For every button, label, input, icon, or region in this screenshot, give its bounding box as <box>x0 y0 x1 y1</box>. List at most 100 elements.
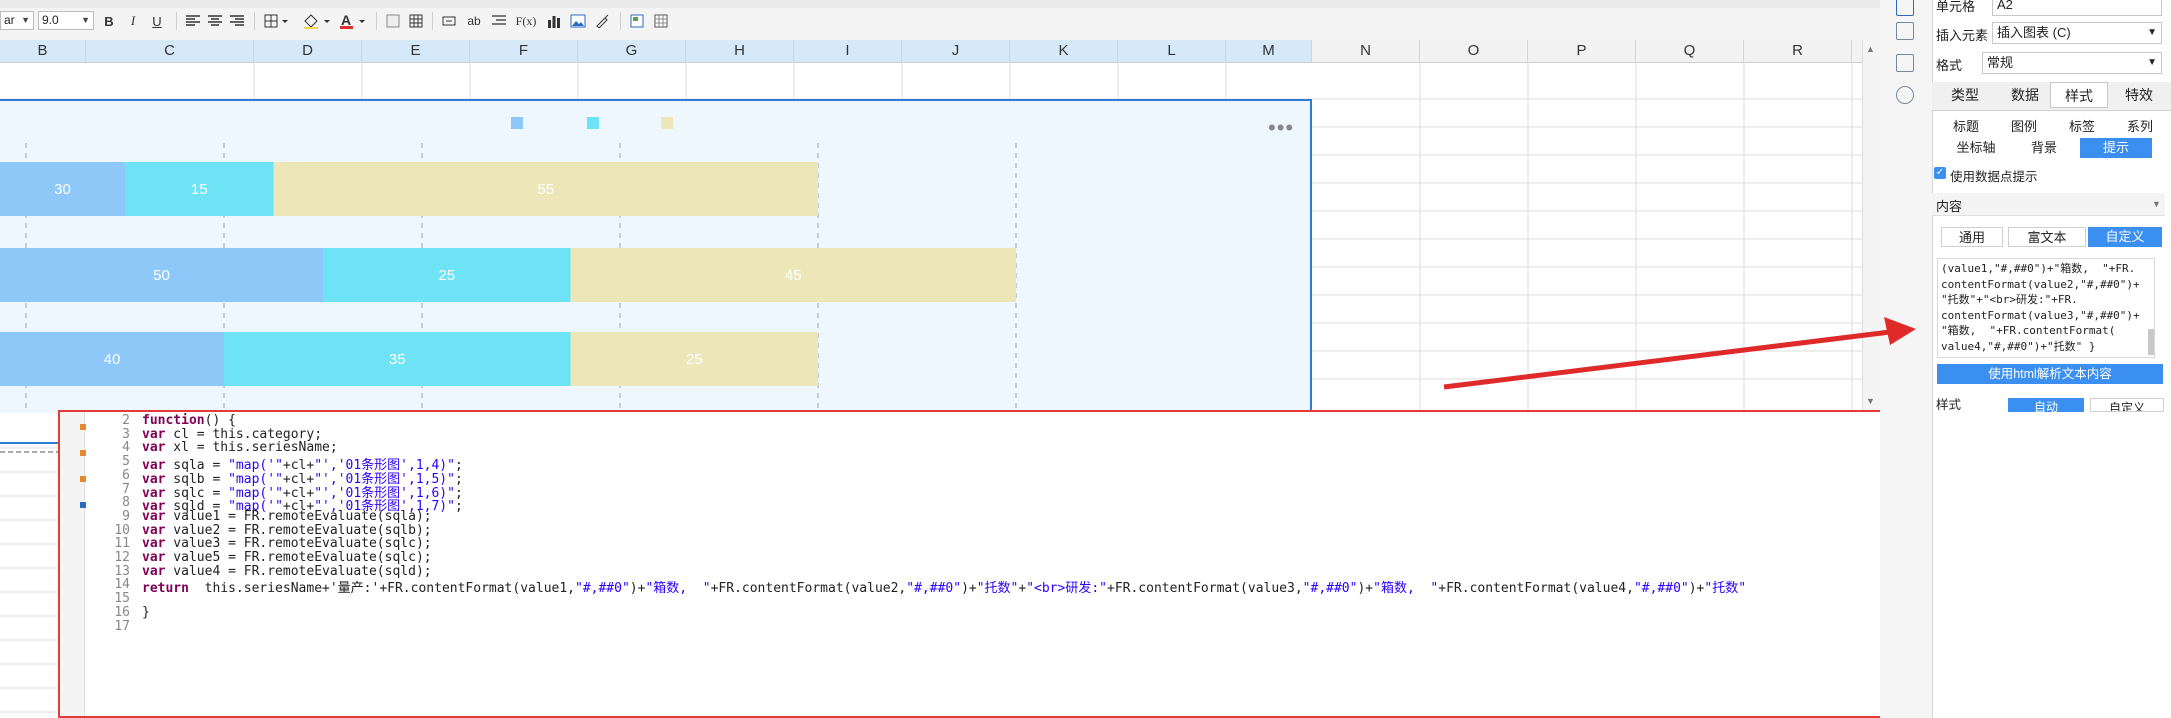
content-tab-general[interactable]: 通用 <box>1941 227 2003 247</box>
tab-type[interactable]: 类型 <box>1936 82 1994 108</box>
legend-marker-series-2[interactable] <box>587 117 599 129</box>
stacked-bar-chart[interactable]: 30 15 55 50 25 45 40 35 25 <box>0 99 1312 413</box>
brush-icon[interactable] <box>594 11 612 31</box>
subtab-legend[interactable]: 图例 <box>1998 117 2050 137</box>
indent-icon[interactable] <box>490 11 508 31</box>
column-header-h[interactable]: H <box>686 40 794 62</box>
column-header-o[interactable]: O <box>1420 40 1528 62</box>
tooltip-checkbox[interactable]: ✓ <box>1934 167 1946 179</box>
toolbar-divider <box>620 12 621 30</box>
use-html-button[interactable]: 使用html解析文本内容 <box>1937 364 2163 384</box>
tooltip-code-preview[interactable]: (value1,"#,##0")+"箱数, "+FR. contentForma… <box>1937 258 2155 358</box>
condition-icon[interactable] <box>1896 54 1914 72</box>
subtab-title[interactable]: 标题 <box>1940 117 1992 137</box>
collapse-icon[interactable]: ▼ <box>2152 199 2161 209</box>
tooltip-checkbox-label: 使用数据点提示 <box>1950 170 2038 184</box>
column-header-r[interactable]: R <box>1744 40 1852 62</box>
arrow-shaft <box>1443 329 1891 390</box>
formula-button[interactable]: F(x) <box>514 11 538 31</box>
align-center-icon[interactable] <box>206 11 224 31</box>
chart-more-icon[interactable]: ••• <box>1268 115 1294 141</box>
cell-properties-icon[interactable] <box>1896 0 1914 16</box>
font-size-combo[interactable]: 9.0 ▼ <box>38 11 94 30</box>
indent-glyph <box>492 15 506 25</box>
column-header-j[interactable]: J <box>902 40 1010 62</box>
align-right-glyph <box>230 15 244 26</box>
insert-label: 插入元素 <box>1936 28 1989 43</box>
content-section-header[interactable] <box>1932 193 2165 216</box>
column-header-d[interactable]: D <box>254 40 362 62</box>
style-tab-auto[interactable]: 自动 <box>2008 398 2084 412</box>
content-tab-richtext[interactable]: 富文本 <box>2008 227 2086 247</box>
merge-cell-icon[interactable] <box>440 11 458 31</box>
font-color-glyph: A <box>340 13 365 29</box>
widget-settings-icon[interactable] <box>1896 22 1914 40</box>
bar-chart-glyph <box>548 16 560 28</box>
italic-button[interactable]: I <box>125 11 141 31</box>
content-tab-custom[interactable]: 自定义 <box>2088 227 2162 247</box>
merge-cell-glyph <box>442 16 456 26</box>
insert-element-select[interactable]: 插入图表 (C) ▼ <box>1992 22 2162 44</box>
align-center-glyph <box>208 15 222 26</box>
column-header-c[interactable]: C <box>86 40 254 62</box>
tab-effects[interactable]: 特效 <box>2110 82 2168 108</box>
tab-data[interactable]: 数据 <box>1996 82 2054 108</box>
text-abbrev-button[interactable]: ab <box>465 11 483 31</box>
column-header-n[interactable]: N <box>1312 40 1420 62</box>
column-header-k[interactable]: K <box>1010 40 1118 62</box>
cell-style-icon[interactable] <box>384 11 402 31</box>
code-line[interactable]: return this.seriesName+'量产:'+FR.contentF… <box>142 577 1746 596</box>
insert-sub-icon[interactable] <box>628 11 646 31</box>
chevron-down-icon: ▼ <box>2147 27 2157 38</box>
bar-data-label: 15 <box>191 181 208 198</box>
table-grid-icon[interactable] <box>407 11 425 31</box>
legend-marker-series-1[interactable] <box>511 117 523 129</box>
column-header-l[interactable]: L <box>1118 40 1226 62</box>
column-header-g[interactable]: G <box>578 40 686 62</box>
cell-style-glyph <box>386 14 400 28</box>
align-left-icon[interactable] <box>184 11 202 31</box>
subtab-tooltip[interactable]: 提示 <box>2080 138 2152 158</box>
subtab-axis[interactable]: 坐标轴 <box>1944 138 2008 158</box>
legend-marker-series-3[interactable] <box>661 117 673 129</box>
sheet-glyph <box>654 14 668 28</box>
subtab-label[interactable]: 标签 <box>2056 117 2108 137</box>
svg-text:A: A <box>341 13 351 28</box>
underline-button[interactable]: U <box>149 11 165 31</box>
column-header-p[interactable]: P <box>1528 40 1636 62</box>
subtab-background[interactable]: 背景 <box>2012 138 2076 158</box>
column-header-q[interactable]: Q <box>1636 40 1744 62</box>
sheet-icon[interactable] <box>652 11 670 31</box>
code-line[interactable]: } <box>142 605 150 620</box>
font-size-value: 9.0 <box>42 13 59 27</box>
bar-data-label: 55 <box>537 181 554 198</box>
bold-button[interactable]: B <box>101 11 117 31</box>
brush-glyph <box>596 14 609 28</box>
subtab-series[interactable]: 系列 <box>2114 117 2166 137</box>
align-right-icon[interactable] <box>228 11 246 31</box>
column-header-m[interactable]: M <box>1226 40 1312 62</box>
content-label: 内容 <box>1936 199 1963 214</box>
format-select[interactable]: 常规 ▼ <box>1982 52 2162 74</box>
cell-label: 单元格 <box>1936 0 1976 14</box>
image-icon[interactable] <box>569 11 587 31</box>
format-label: 格式 <box>1936 58 1963 73</box>
scroll-up-icon[interactable]: ▲ <box>1866 44 1875 54</box>
fill-color-icon[interactable] <box>300 11 334 31</box>
style-tab-custom[interactable]: 自定义 <box>2090 398 2164 412</box>
column-header-row: B C D E F G H I J K L M N O P Q R <box>0 40 1880 63</box>
cell-field[interactable]: A2 <box>1992 0 2162 16</box>
font-color-icon[interactable]: A <box>338 11 370 31</box>
column-header-f[interactable]: F <box>470 40 578 62</box>
scrollbar-thumb[interactable] <box>2148 329 2154 355</box>
column-header-i[interactable]: I <box>794 40 902 62</box>
bar-chart-icon[interactable] <box>545 11 563 31</box>
font-name-value: ar <box>4 13 15 27</box>
hyperlink-icon[interactable] <box>1896 86 1914 104</box>
scroll-down-icon[interactable]: ▼ <box>1866 396 1875 406</box>
column-header-b[interactable]: B <box>0 40 86 62</box>
font-name-combo[interactable]: ar ▼ <box>0 11 34 30</box>
tab-style[interactable]: 样式 <box>2050 82 2108 108</box>
column-header-e[interactable]: E <box>362 40 470 62</box>
border-icon[interactable] <box>262 11 292 31</box>
